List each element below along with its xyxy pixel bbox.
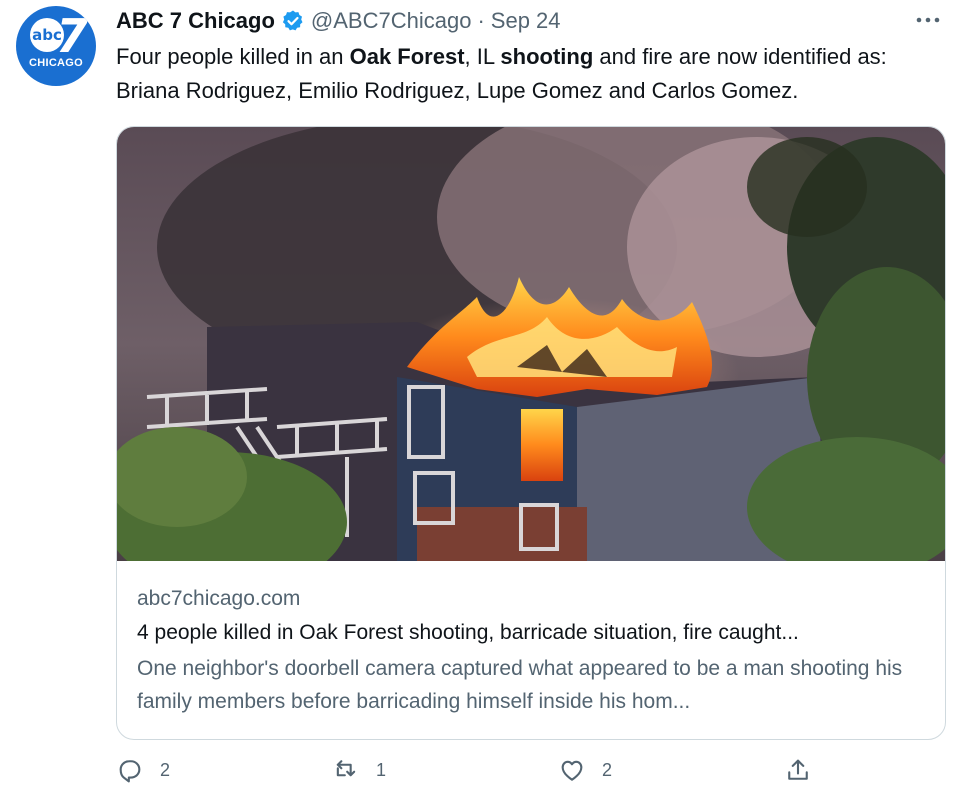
- display-name[interactable]: ABC 7 Chicago: [116, 8, 275, 34]
- verified-badge-icon: [282, 10, 303, 31]
- reply-icon: [119, 760, 141, 783]
- tweet-header: ABC 7 Chicago @ABC7Chicago · Sep 24: [116, 6, 561, 36]
- card-image-house-fire[interactable]: [117, 127, 945, 561]
- like-icon: [561, 760, 583, 781]
- tweet-text: Four people killed in an Oak Forest, IL …: [116, 40, 946, 108]
- card-domain: abc7chicago.com: [137, 587, 301, 610]
- share-button[interactable]: [784, 756, 828, 784]
- avatar-city-label: CHICAGO: [28, 57, 84, 69]
- card-title[interactable]: 4 people killed in Oak Forest shooting, …: [137, 616, 937, 650]
- like-button[interactable]: 2: [558, 756, 612, 784]
- tweet-actions: 2 1 2: [116, 756, 946, 792]
- avatar-seven-logo: 7: [56, 9, 89, 63]
- avatar[interactable]: abc 7 CHICAGO: [16, 6, 96, 86]
- like-count: 2: [602, 759, 613, 780]
- tweet-text-segment: , IL: [464, 44, 501, 69]
- tweet-date[interactable]: Sep 24: [491, 8, 561, 34]
- handle[interactable]: @ABC7Chicago: [311, 8, 472, 34]
- header-separator: ·: [477, 8, 485, 33]
- reply-button[interactable]: 2: [116, 756, 170, 784]
- card-description: One neighbor's doorbell camera captured …: [137, 657, 903, 713]
- tweet-text-bold: Oak Forest: [349, 44, 465, 69]
- card-meta: abc7chicago.com 4 people killed in Oak F…: [137, 582, 937, 718]
- tweet-text-segment: Four people killed in an: [116, 44, 350, 69]
- more-options-icon[interactable]: [914, 8, 942, 32]
- retweet-icon: [336, 760, 356, 777]
- retweet-button[interactable]: 1: [332, 756, 386, 784]
- share-icon: [788, 759, 808, 780]
- reply-count: 2: [160, 759, 171, 780]
- retweet-count: 1: [376, 759, 387, 780]
- link-card[interactable]: abc7chicago.com 4 people killed in Oak F…: [116, 126, 946, 740]
- tweet-text-bold: shooting: [500, 44, 594, 69]
